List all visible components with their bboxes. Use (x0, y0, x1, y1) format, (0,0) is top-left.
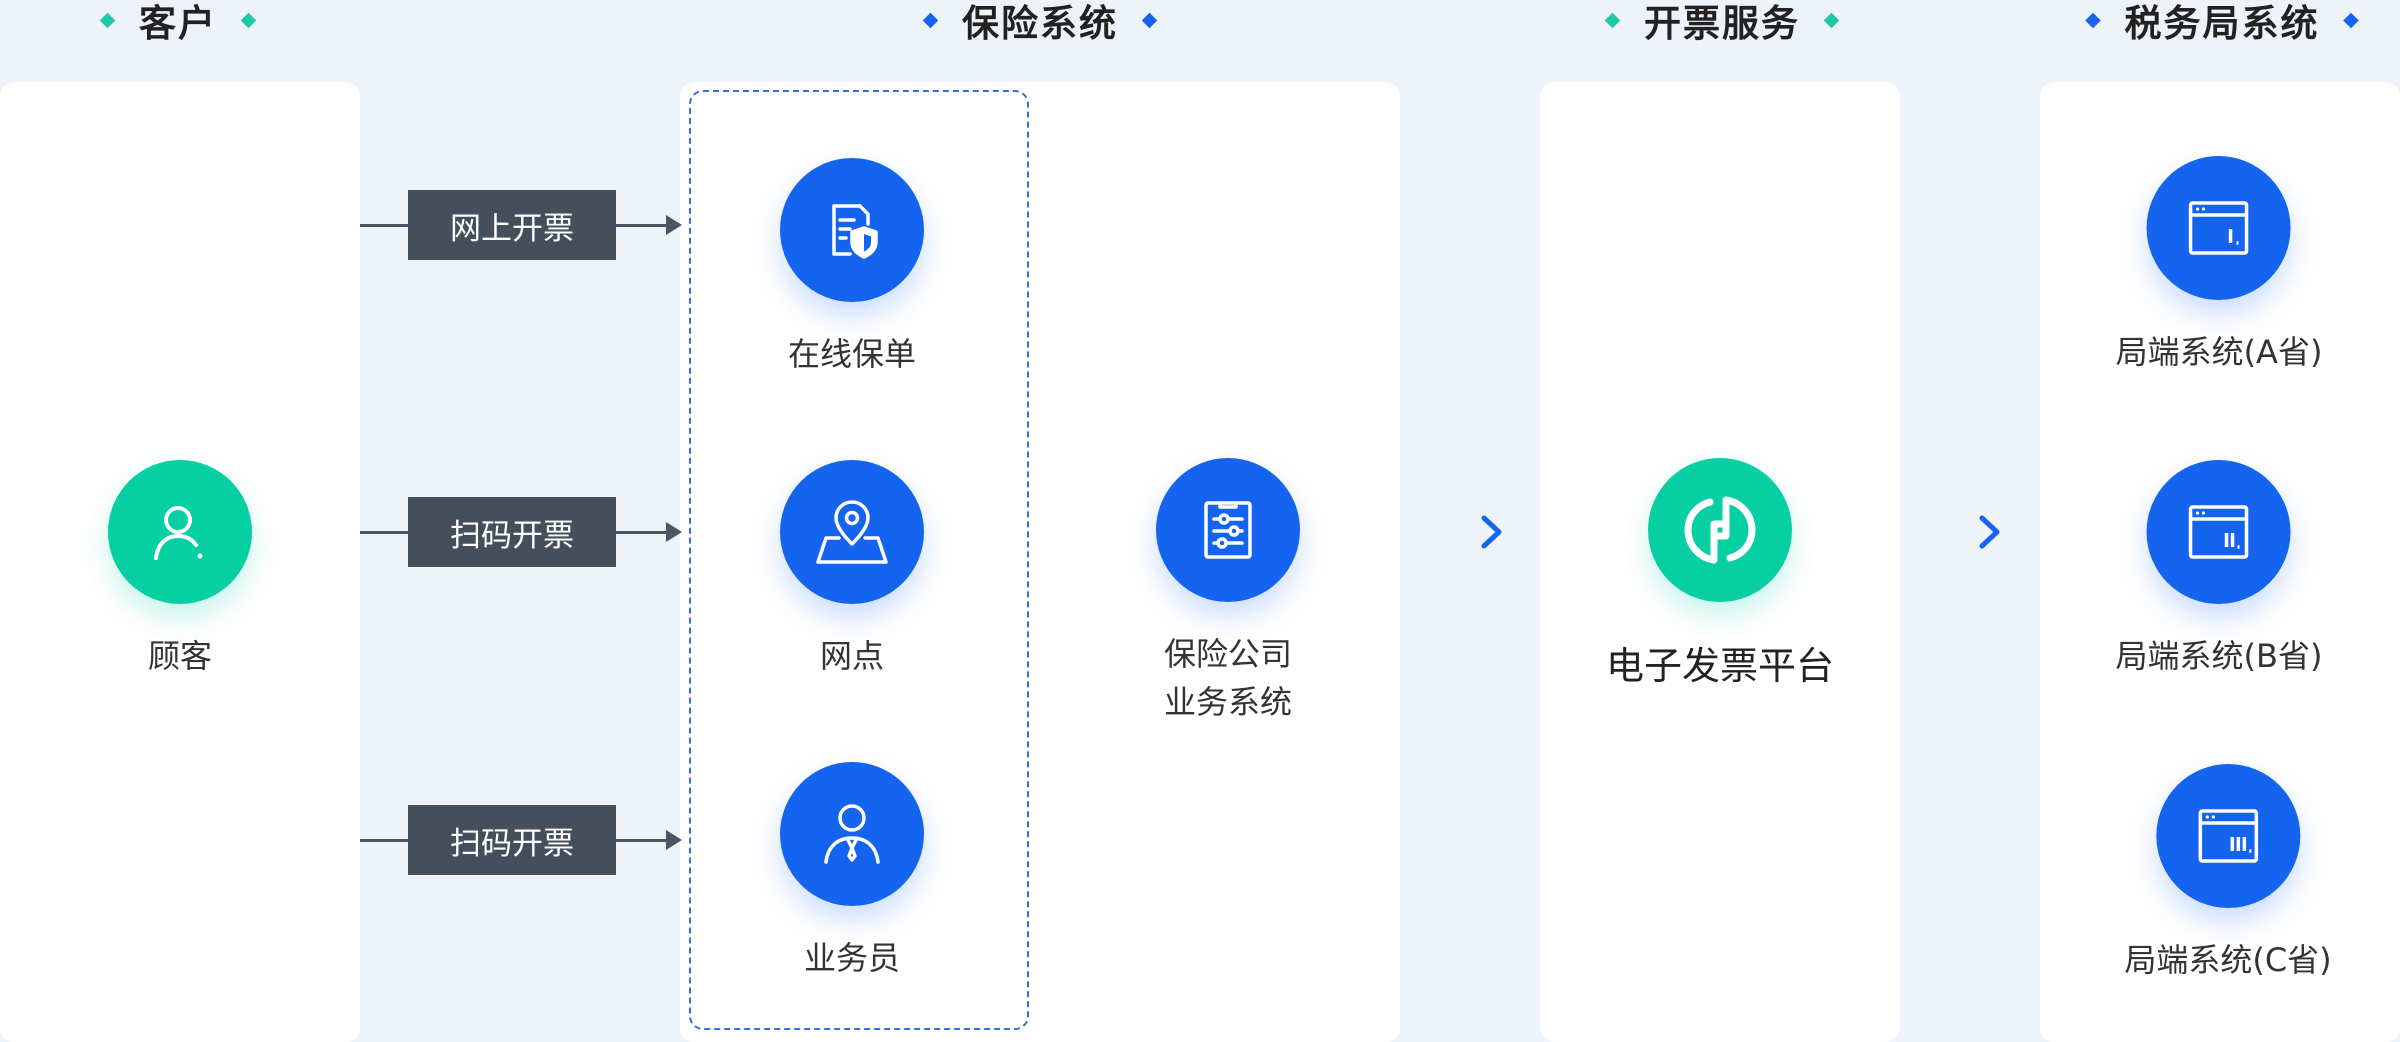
insurance-company-node: 保险公司 业务系统 (1156, 458, 1300, 726)
arrow-right-icon (666, 830, 682, 850)
tax-system-label: 局端系统(B省) (2115, 637, 2323, 675)
channel-tag: 网上开票 (408, 190, 616, 260)
channel-connector-3: 扫码开票 (360, 805, 682, 875)
label-line: 保险公司 (1163, 635, 1292, 673)
tax-system-circle (2155, 764, 2300, 908)
user-icon (154, 506, 203, 560)
customer-node: 顾客 (108, 460, 252, 680)
agent-icon (824, 804, 880, 864)
invoice-logo-icon (1684, 496, 1756, 564)
channel-tag: 扫码开票 (408, 805, 616, 875)
arrow-right-icon (666, 522, 682, 542)
channel-connector-1: 网上开票 (360, 190, 682, 260)
header-customer: 客户 (99, 0, 257, 45)
invoice-platform-circle (1647, 458, 1792, 602)
customer-circle (108, 460, 252, 604)
header-invoice-service: 开票服务 (1604, 0, 1840, 45)
column-title: 保险系统 (962, 2, 1118, 45)
invoice-platform-node: 电子发票平台 (1606, 458, 1834, 690)
diamond-icon (2343, 12, 2359, 28)
tax-system-c: 局端系统(C省) (2124, 764, 2332, 984)
tax-system-circle (2147, 156, 2291, 300)
invoice-platform-label: 电子发票平台 (1605, 644, 1835, 688)
tax-system-label: 局端系统(A省) (2115, 333, 2323, 371)
label-line: 业务系统 (1163, 683, 1292, 721)
window-i-icon (2189, 201, 2249, 255)
arrow-right-icon (666, 215, 682, 235)
diamond-icon (99, 12, 116, 28)
diamond-icon (240, 12, 257, 28)
insurance-company-label: 保险公司 业务系统 (1164, 630, 1292, 726)
customer-label: 顾客 (147, 637, 212, 675)
diamond-icon (1604, 12, 1621, 28)
header-tax-bureau: 税务局系统 (2085, 0, 2359, 45)
diamond-icon (2085, 12, 2101, 28)
channel-label: 业务员 (803, 939, 900, 977)
window-iii-icon (2198, 809, 2258, 863)
diamond-icon (1141, 12, 1158, 28)
arrow-right-icon (1436, 515, 1502, 549)
diamond-icon (1823, 12, 1840, 28)
insurance-company-circle (1156, 458, 1300, 602)
column-title: 客户 (139, 2, 217, 45)
policy-shield-icon (832, 204, 878, 259)
channel-tag: 扫码开票 (408, 497, 616, 567)
channel-connector-2: 扫码开票 (360, 497, 682, 567)
agent-circle (780, 762, 924, 906)
insurance-channel-branch: 网点 (780, 460, 924, 680)
column-title: 开票服务 (1644, 2, 1800, 45)
policy-circle (780, 158, 924, 302)
tax-system-b: 局端系统(B省) (2115, 460, 2323, 680)
tax-system-label: 局端系统(C省) (2124, 941, 2332, 979)
channel-label: 在线保单 (787, 335, 916, 373)
insurance-channel-online-policy: 在线保单 (780, 158, 924, 378)
column-title: 税务局系统 (2124, 2, 2320, 45)
arrow-right-icon (1934, 515, 2000, 549)
channel-label: 网点 (819, 637, 884, 675)
header-insurance: 保险系统 (922, 0, 1158, 45)
diamond-icon (922, 12, 939, 28)
branch-circle (780, 460, 924, 604)
window-ii-icon (2189, 505, 2249, 559)
map-pin-icon (816, 500, 888, 564)
tax-system-a: 局端系统(A省) (2115, 156, 2323, 376)
clipboard-settings-icon (1204, 501, 1252, 559)
insurance-channel-agent: 业务员 (780, 762, 924, 982)
tax-system-circle (2147, 460, 2291, 604)
